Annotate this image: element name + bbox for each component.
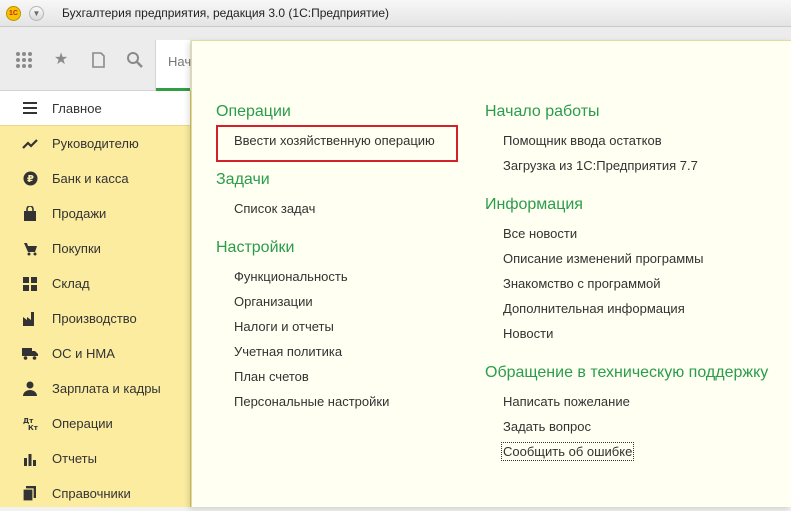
sidebar-item-label: Банк и касса — [52, 171, 129, 186]
warehouse-icon — [22, 276, 38, 292]
highlight-frame — [216, 125, 458, 162]
shopping-bag-icon — [22, 206, 38, 222]
sidebar-item-label: Покупки — [52, 241, 101, 256]
history-icon[interactable] — [89, 51, 107, 69]
sidebar-item-assets[interactable]: ОС и НМА — [0, 336, 190, 371]
hamburger-icon — [22, 100, 38, 116]
sidebar-item-label: Руководителю — [52, 136, 139, 151]
factory-icon — [22, 311, 38, 327]
debit-credit-icon: Дт Кт — [22, 416, 38, 432]
sidebar-item-salary[interactable]: Зарплата и кадры — [0, 371, 190, 406]
sidebar-item-sales[interactable]: Продажи — [0, 196, 190, 231]
sidebar-item-label: Отчеты — [52, 451, 97, 466]
link-organizations[interactable]: Организации — [216, 294, 435, 309]
sidebar-item-reports[interactable]: Отчеты — [0, 441, 190, 476]
sidebar-item-bank[interactable]: ₽ Банк и касса — [0, 161, 190, 196]
favorites-star-icon[interactable]: ★ — [52, 51, 70, 69]
sidebar-item-label: Продажи — [52, 206, 107, 221]
sidebar-item-label: Производство — [52, 311, 137, 326]
sidebar-item-label: ОС и НМА — [52, 346, 115, 361]
link-personal-settings[interactable]: Персональные настройки — [216, 394, 435, 409]
truck-icon — [22, 346, 38, 362]
sidebar: Главное Руководителю ₽ Банк и касса Прод… — [0, 91, 191, 507]
section-title-operations: Операции — [216, 103, 291, 120]
link-news[interactable]: Новости — [485, 326, 768, 341]
link-changes-description[interactable]: Описание изменений программы — [485, 251, 768, 266]
link-report-error-label: Сообщить об ошибке — [500, 442, 635, 461]
svg-text:₽: ₽ — [27, 174, 34, 185]
sidebar-item-warehouse[interactable]: Склад — [0, 266, 190, 301]
section-title-information: Информация — [485, 196, 583, 213]
sidebar-item-label: Справочники — [52, 486, 131, 501]
bar-chart-icon — [22, 451, 38, 467]
right-column: Начало работы Помощник ввода остатков За… — [485, 103, 769, 461]
sidebar-item-main[interactable]: Главное — [0, 91, 190, 126]
section-title-support: Обращение в техническую поддержку — [485, 364, 769, 381]
link-additional-info[interactable]: Дополнительная информация — [485, 301, 768, 316]
sidebar-item-label: Главное — [52, 100, 102, 116]
sidebar-item-label: Операции — [52, 416, 113, 431]
app-logo-icon[interactable]: 1С — [6, 6, 21, 21]
trend-icon — [22, 136, 38, 152]
main-menu-button[interactable]: ▼ — [29, 6, 44, 21]
search-icon[interactable] — [126, 51, 144, 69]
sidebar-item-manager[interactable]: Руководителю — [0, 126, 190, 161]
link-write-suggestion[interactable]: Написать пожелание — [485, 394, 768, 409]
person-icon — [22, 381, 38, 397]
sidebar-item-label: Зарплата и кадры — [52, 381, 161, 396]
link-chart-of-accounts[interactable]: План счетов — [216, 369, 435, 384]
link-report-error[interactable]: Сообщить об ошибке — [485, 442, 768, 461]
link-functionality[interactable]: Функциональность — [216, 269, 435, 284]
link-taxes-reports[interactable]: Налоги и отчеты — [216, 319, 435, 334]
sidebar-item-purchases[interactable]: Покупки — [0, 231, 190, 266]
sidebar-item-production[interactable]: Производство — [0, 301, 190, 336]
cart-icon — [22, 241, 38, 257]
tab-home-label: Нач — [168, 54, 192, 69]
sidebar-item-operations[interactable]: Дт Кт Операции — [0, 406, 190, 441]
link-program-intro[interactable]: Знакомство с программой — [485, 276, 768, 291]
link-all-news[interactable]: Все новости — [485, 226, 768, 241]
sidebar-item-label: Склад — [52, 276, 90, 291]
link-accounting-policy[interactable]: Учетная политика — [216, 344, 435, 359]
link-ask-question[interactable]: Задать вопрос — [485, 419, 768, 434]
section-title-tasks: Задачи — [216, 171, 270, 188]
tab-home[interactable]: Нач — [155, 40, 192, 91]
books-icon — [22, 486, 38, 502]
section-title-settings: Настройки — [216, 239, 295, 256]
title-bar: 1С ▼ Бухгалтерия предприятия, редакция 3… — [0, 0, 791, 27]
sidebar-item-catalogs[interactable]: Справочники — [0, 476, 190, 511]
svg-text:Кт: Кт — [28, 424, 38, 431]
section-title-getting-started: Начало работы — [485, 103, 600, 120]
link-opening-balances[interactable]: Помощник ввода остатков — [485, 133, 768, 148]
window-title: Бухгалтерия предприятия, редакция 3.0 (1… — [62, 6, 390, 20]
ruble-icon: ₽ — [22, 171, 38, 187]
link-import-77[interactable]: Загрузка из 1С:Предприятия 7.7 — [485, 158, 768, 173]
link-task-list[interactable]: Список задач — [216, 201, 435, 216]
apps-grid-icon[interactable] — [15, 51, 33, 69]
